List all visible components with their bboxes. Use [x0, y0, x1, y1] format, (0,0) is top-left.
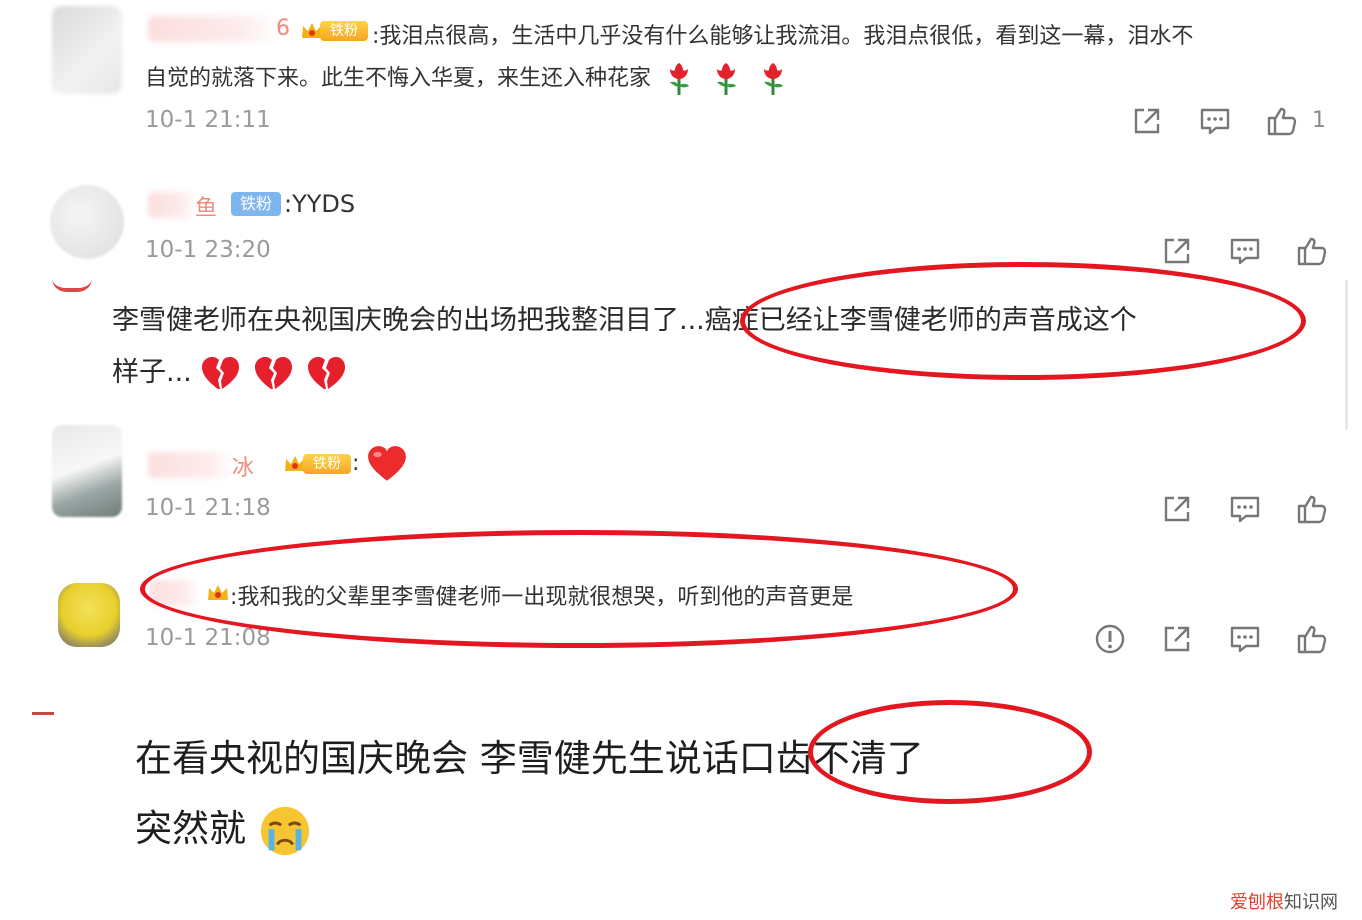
quoted-post-line2: 突然就	[135, 798, 312, 858]
thumbs-up-icon[interactable]	[1265, 104, 1299, 138]
share-icon[interactable]	[1160, 492, 1194, 526]
like-count: 1	[1312, 108, 1326, 133]
avatar-fragment	[52, 278, 92, 292]
username-blurred[interactable]	[148, 192, 196, 218]
comment-text: :我和我的父辈里李雪健老师一出现就很想哭，听到他的声音更是	[230, 585, 854, 610]
comment-icon[interactable]	[1198, 104, 1232, 138]
fan-badge: 铁粉	[231, 192, 281, 216]
username-blurred[interactable]	[150, 580, 200, 606]
heart-emoji-icon	[366, 445, 408, 483]
comment-text: :我泪点很高，生活中几乎没有什么能够让我流泪。我泪点很低，看到这一幕，泪水不	[372, 24, 1194, 49]
watermark: 爱刨根知识网	[1230, 892, 1338, 913]
thumbs-up-icon[interactable]	[1295, 234, 1329, 268]
comment-text-line2: 自觉的就落下来。此生不悔入华夏，来生还入种花家	[145, 60, 788, 97]
broken-heart-emoji-icon	[200, 356, 240, 392]
crown-icon	[206, 582, 230, 604]
avatar[interactable]	[50, 185, 124, 259]
avatar[interactable]	[52, 425, 122, 517]
comment-timestamp: 10-1 23:20	[145, 237, 271, 263]
avatar[interactable]	[52, 6, 122, 94]
comment-icon[interactable]	[1228, 234, 1262, 268]
comment-icon[interactable]	[1228, 492, 1262, 526]
share-icon[interactable]	[1130, 104, 1164, 138]
fan-badge: 铁粉	[300, 19, 370, 43]
quoted-post-line1: 在看央视的国庆晚会 李雪健先生说话口齿不清了	[135, 737, 924, 780]
broken-heart-emoji-icon	[306, 356, 346, 392]
username-blurred[interactable]	[148, 16, 278, 42]
fan-badge-label: 铁粉	[303, 454, 351, 474]
thumbs-up-icon[interactable]	[1295, 622, 1329, 656]
fan-badge-label: 铁粉	[320, 21, 368, 41]
username-suffix[interactable]: 鱼	[195, 190, 217, 222]
broken-heart-emoji-icon	[253, 356, 293, 392]
avatar[interactable]	[58, 583, 120, 647]
quoted-comment-line2: 样子...	[112, 350, 346, 392]
comment-icon[interactable]	[1228, 622, 1262, 656]
rose-emoji-icon	[664, 61, 694, 97]
comment-timestamp: 10-1 21:08	[145, 625, 271, 651]
username-blurred[interactable]	[148, 452, 234, 478]
fan-badge: 铁粉	[283, 452, 353, 476]
rose-emoji-icon	[711, 61, 741, 97]
rose-emoji-icon	[758, 61, 788, 97]
share-icon[interactable]	[1160, 622, 1194, 656]
comment-text: :	[352, 445, 408, 483]
comment-text: :YYDS	[284, 190, 356, 218]
crying-face-emoji-icon	[258, 804, 312, 858]
username-suffix[interactable]: 6	[276, 16, 290, 41]
comment-timestamp: 10-1 21:18	[145, 495, 271, 521]
scrollbar[interactable]	[1345, 280, 1348, 430]
comment-timestamp: 10-1 21:11	[145, 107, 271, 133]
share-icon[interactable]	[1160, 234, 1194, 268]
quoted-comment-line1: 李雪健老师在央视国庆晚会的出场把我整泪目了...癌症已经让李雪健老师的声音成这个	[112, 305, 1137, 336]
thumbs-up-icon[interactable]	[1295, 492, 1329, 526]
divider-fragment	[32, 712, 54, 715]
username-suffix[interactable]: 冰	[232, 450, 254, 482]
report-icon[interactable]	[1093, 622, 1127, 656]
